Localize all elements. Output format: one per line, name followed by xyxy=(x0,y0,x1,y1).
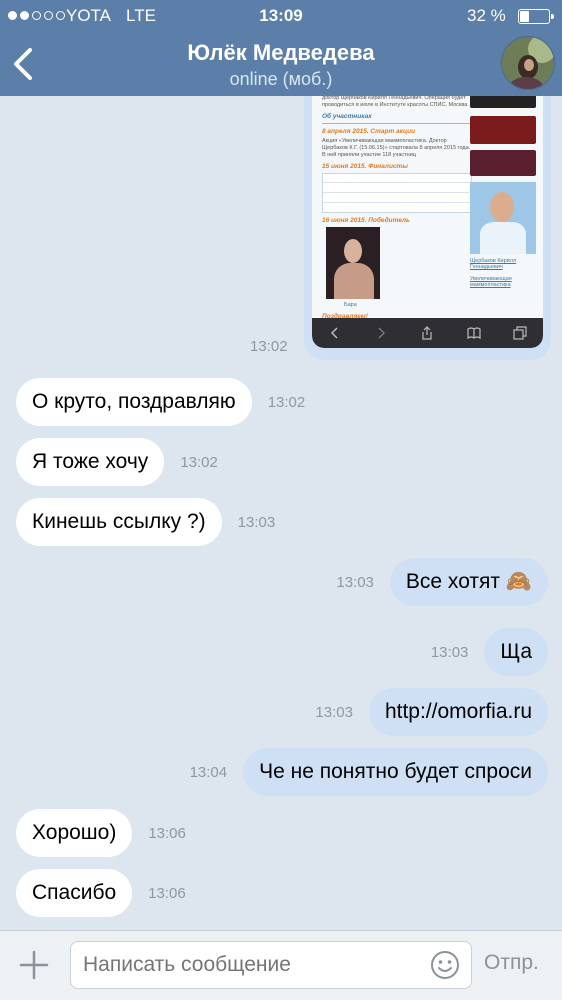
message-bubble[interactable]: Хорошо) xyxy=(16,809,133,857)
list-item: 13:04 Че не понятно будет спроси xyxy=(190,748,548,796)
browser-toolbar xyxy=(312,318,543,348)
back-button[interactable] xyxy=(8,44,42,84)
message-time: 13:03 xyxy=(430,643,469,661)
emoji-button[interactable] xyxy=(430,950,460,980)
message-bubble[interactable]: Ща xyxy=(484,628,548,676)
message-time: 13:02 xyxy=(180,453,218,471)
message-bubble[interactable]: Че не понятно будет спроси xyxy=(243,748,548,796)
list-item: Я тоже хочу 13:02 xyxy=(16,438,218,486)
avatar[interactable] xyxy=(501,36,555,90)
message-input[interactable] xyxy=(70,941,472,989)
message-time: 13:03 xyxy=(237,513,276,531)
smiley-icon xyxy=(431,951,459,979)
message-list[interactable]: 2. Фото «Увеличивающая маммопластика» пр… xyxy=(0,96,562,930)
chat-title-block[interactable]: Юлёк Медведева online (моб.) xyxy=(90,40,472,90)
browser-back-icon xyxy=(331,327,338,339)
message-time: 13:03 xyxy=(336,573,374,591)
attached-screenshot-image: 2. Фото «Увеличивающая маммопластика» пр… xyxy=(312,96,543,348)
attach-button[interactable] xyxy=(18,949,50,981)
screenshot-sidebar: Щербаков Кирилл Геннадьевич Увеличивающа… xyxy=(470,96,536,316)
send-button[interactable]: Отпр. xyxy=(484,951,539,975)
navigation-header: YOTA LTE 13:09 32 % Юлёк Медведева onlin… xyxy=(0,0,562,96)
list-item: Кинешь ссылку ?) 13:03 xyxy=(16,498,275,546)
battery-icon xyxy=(518,9,554,24)
message-bubble[interactable]: Кинешь ссылку ?) xyxy=(16,498,222,546)
contact-name: Юлёк Медведева xyxy=(187,40,375,65)
share-icon xyxy=(422,326,433,340)
list-item: 13:03 Ща xyxy=(431,628,548,676)
battery-percent: 32 % xyxy=(467,6,506,25)
chevron-left-icon xyxy=(14,48,32,80)
message-time: 13:03 xyxy=(315,703,353,721)
message-time: 13:04 xyxy=(189,763,228,781)
browser-forward-icon xyxy=(378,327,386,339)
composer-bar: Отпр. xyxy=(0,930,562,1000)
image-bubble[interactable]: 2. Фото «Увеличивающая маммопластика» пр… xyxy=(304,96,551,360)
list-item: Спасибо 13:06 xyxy=(16,869,186,917)
list-item: О круто, поздравляю 13:02 xyxy=(16,378,305,426)
message-time: 13:06 xyxy=(148,824,186,842)
plus-icon xyxy=(19,950,49,980)
contact-status: online (моб.) xyxy=(229,69,333,89)
message-bubble[interactable]: Я тоже хочу xyxy=(16,438,165,486)
list-item: 13:03 Все хотят 🙈 xyxy=(336,558,548,606)
screenshot-page-content: 2. Фото «Увеличивающая маммопластика» пр… xyxy=(322,96,472,320)
message-time: 13:06 xyxy=(148,884,186,902)
tabs-icon xyxy=(513,326,527,340)
message-bubble[interactable]: О круто, поздравляю xyxy=(16,378,252,426)
message-bubble[interactable]: Спасибо xyxy=(16,869,133,917)
list-item: 13:03 http://omorfia.ru xyxy=(315,688,548,736)
bookmarks-icon xyxy=(467,327,481,340)
image-message: 2. Фото «Увеличивающая маммопластика» пр… xyxy=(0,96,562,364)
list-item: Хорошо) 13:06 xyxy=(16,809,186,857)
status-bar: YOTA LTE 13:09 32 % xyxy=(0,0,562,32)
message-link-bubble[interactable]: http://omorfia.ru xyxy=(368,688,548,736)
message-time: 13:02 xyxy=(267,393,306,411)
message-time: 13:02 xyxy=(250,338,288,355)
message-bubble[interactable]: Все хотят 🙈 xyxy=(389,558,548,606)
